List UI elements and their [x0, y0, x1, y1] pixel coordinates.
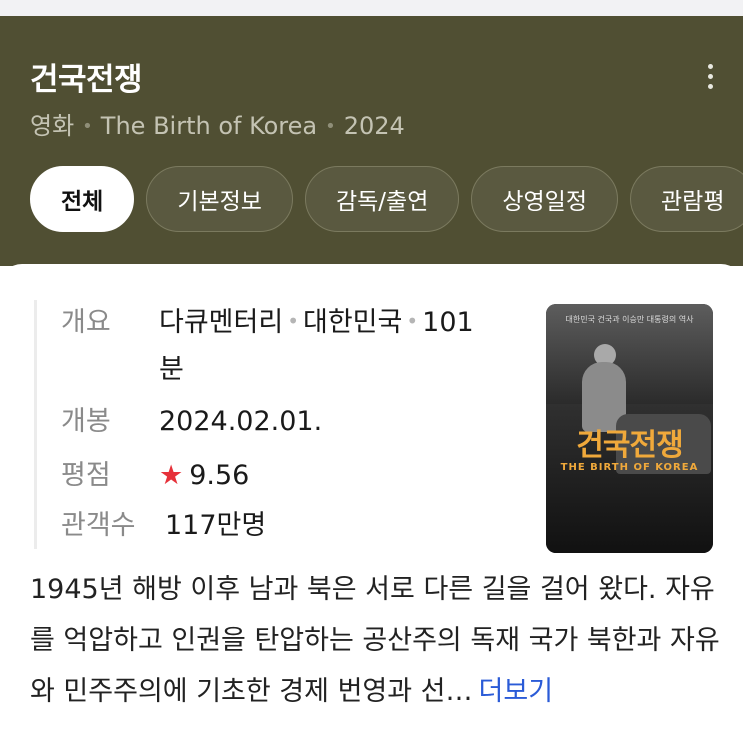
- more-link[interactable]: 더보기: [479, 676, 554, 707]
- poster-title: 건국전쟁: [576, 428, 683, 463]
- rating-row: 평점 ★ 9.56: [61, 453, 541, 499]
- movie-poster[interactable]: 대한민국 건국과 이승만 대통령의 역사 건국전쟁 THE BIRTH OF K…: [546, 304, 713, 553]
- overview-value: 다큐멘터리 • 대한민국 • 101 분: [159, 300, 541, 393]
- runtime-value: 101: [422, 307, 474, 338]
- movie-description: 1945년 해방 이후 남과 북은 서로 다른 길을 걸어 왔다. 자유를 억압…: [30, 564, 720, 717]
- status-bar: [0, 0, 743, 16]
- separator-dot: •: [287, 309, 299, 333]
- year-label: 2024: [343, 112, 405, 140]
- movie-header: 건국전쟁 영화 • The Birth of Korea • 2024 전체 기본정보 …: [0, 16, 743, 266]
- poster-tagline: 대한민국 건국과 이승만 대통령의 역사: [565, 315, 694, 324]
- tab-director-cast[interactable]: 감독/출연: [304, 166, 460, 232]
- separator-dot: •: [406, 309, 419, 333]
- star-icon: ★: [159, 460, 184, 491]
- rating-value-wrap: ★ 9.56: [159, 453, 541, 499]
- tab-reviews[interactable]: 관람평: [630, 166, 743, 232]
- release-label: 개봉: [61, 406, 111, 437]
- country-value: 대한민국: [303, 307, 403, 338]
- audience-row: 관객수 117만명: [61, 503, 541, 549]
- genre-value: 다큐멘터리: [159, 307, 284, 338]
- english-title: The Birth of Korea: [100, 112, 318, 140]
- tab-showtimes[interactable]: 상영일정: [471, 166, 618, 232]
- movie-subtitle: 영화 • The Birth of Korea • 2024: [30, 106, 405, 141]
- tab-all[interactable]: 전체: [30, 166, 135, 232]
- audience-value: 117만명: [165, 510, 267, 541]
- more-options-icon[interactable]: [696, 58, 724, 94]
- overview-label: 개요: [61, 307, 111, 338]
- separator-dot: •: [82, 116, 93, 137]
- info-list: 개요 다큐멘터리 • 대한민국 • 101 분 개봉 2024.02.01. 평점 ★ 9.…: [34, 300, 541, 549]
- poster-subtitle: THE BIRTH OF KOREA: [560, 462, 699, 473]
- release-date: 2024.02.01.: [159, 406, 323, 437]
- separator-dot: •: [325, 116, 336, 137]
- overview-row: 개요 다큐멘터리 • 대한민국 • 101 분: [61, 300, 541, 393]
- description-text: 1945년 해방 이후 남과 북은 서로 다른 길을 걸어 왔다. 자유를 억압…: [30, 574, 720, 707]
- rating-label: 평점: [61, 460, 111, 491]
- tab-basic-info[interactable]: 기본정보: [146, 166, 293, 232]
- tab-bar: 전체 기본정보 감독/출연 상영일정 관람평: [30, 166, 743, 232]
- info-card: 개요 다큐멘터리 • 대한민국 • 101 분 개봉 2024.02.01. 평점 ★ 9.…: [0, 264, 743, 734]
- category-label: 영화: [30, 112, 75, 140]
- page-title: 건국전쟁: [30, 62, 143, 98]
- release-row: 개봉 2024.02.01.: [61, 399, 541, 445]
- audience-label: 관객수: [61, 510, 136, 541]
- rating-value: 9.56: [189, 460, 250, 491]
- runtime-unit: 분: [159, 354, 184, 385]
